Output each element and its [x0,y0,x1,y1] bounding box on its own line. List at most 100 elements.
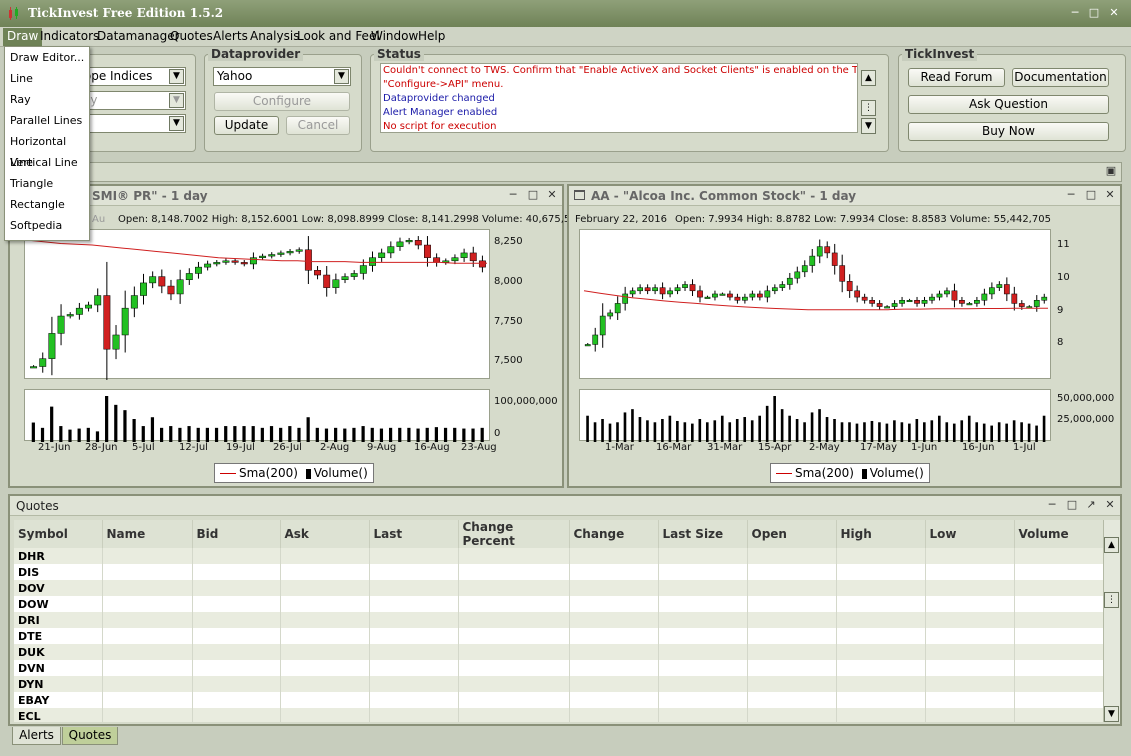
column-header[interactable]: Low [925,520,1015,548]
restore-icon[interactable]: ▣ [1104,165,1118,179]
maximize-icon[interactable]: □ [1065,499,1079,513]
table-cell [280,548,370,564]
table-cell [1014,692,1103,708]
configure-button[interactable]: Configure [214,92,350,111]
menu-item-parallel-lines[interactable]: Parallel Lines [5,110,89,131]
table-cell [658,564,748,580]
volume-tick-label: 100,000,000 [494,396,558,407]
table-cell [658,644,748,660]
minimize-icon[interactable]: ─ [1067,5,1083,21]
table-cell [925,676,1015,692]
table-row[interactable]: DIS [14,564,1103,580]
table-cell [369,628,459,644]
column-header[interactable]: Ask [280,520,370,548]
table-cell [102,548,193,564]
column-header[interactable]: Change Percent [458,520,570,548]
table-cell [925,644,1015,660]
table-cell [569,676,659,692]
menu-item-triangle[interactable]: Triangle [5,173,89,194]
table-cell [102,660,193,676]
table-row[interactable]: EBAY [14,692,1103,708]
scroll-down-icon[interactable]: ▼ [861,118,876,134]
menu-item-ray[interactable]: Ray [5,89,89,110]
table-cell [747,692,837,708]
table-cell [836,660,926,676]
scroll-grip-icon[interactable]: ⋮ [861,100,876,116]
table-row[interactable]: DRI [14,612,1103,628]
table-cell [458,580,570,596]
column-header[interactable]: Volume [1014,520,1103,548]
x-tick-label: 1-Mar [605,442,634,453]
legend-volume: Volume() [869,466,924,480]
symbol-cell: DHR [14,548,103,564]
table-row[interactable]: DYN [14,676,1103,692]
column-header[interactable]: Change [569,520,659,548]
menu-item-line[interactable]: Line [5,68,89,89]
table-cell [280,580,370,596]
table-cell [102,580,193,596]
menu-item-draw-editor[interactable]: Draw Editor... [5,47,89,68]
column-header[interactable]: Bid [192,520,281,548]
table-cell [1014,660,1103,676]
table-row[interactable]: DTE [14,628,1103,644]
symbol-cell: DUK [14,644,103,660]
tab-quotes[interactable]: Quotes [62,727,118,745]
ask-question-button[interactable]: Ask Question [908,95,1109,114]
tickinvest-title: TickInvest [902,47,978,61]
cancel-button[interactable]: Cancel [286,116,350,135]
x-tick-label: 9-Aug [367,442,397,453]
menu-item-rectangle[interactable]: Rectangle [5,194,89,215]
table-row[interactable]: DHR [14,548,1103,564]
table-row[interactable]: ECL [14,708,1103,722]
table-cell [569,580,659,596]
table-cell [369,596,459,612]
scroll-up-icon[interactable]: ▲ [1104,537,1119,553]
column-header[interactable]: Last Size [658,520,748,548]
column-header[interactable]: Open [747,520,837,548]
table-cell [836,708,926,722]
table-row[interactable]: DVN [14,660,1103,676]
x-tick-label: 1-Jul [1013,442,1036,453]
table-cell [925,660,1015,676]
table-cell [458,548,570,564]
table-cell [280,708,370,722]
minimize-icon[interactable]: ─ [1045,499,1059,513]
close-icon[interactable]: ✕ [1103,499,1117,513]
symbol-cell: DTE [14,628,103,644]
column-header[interactable]: Symbol [14,520,103,548]
table-row[interactable]: DOV [14,580,1103,596]
chart-legend: Sma(200) Volume() [214,463,374,483]
table-cell [658,708,748,722]
table-cell [192,660,281,676]
detach-icon[interactable]: ↗ [1084,499,1098,513]
scroll-grip-icon[interactable]: ⋮ [1104,592,1119,608]
menu-help[interactable]: Help [414,28,449,46]
scroll-down-icon[interactable]: ▼ [1104,706,1119,722]
table-cell [747,548,837,564]
status-line: Alert Manager enabled [383,107,498,118]
column-header[interactable]: Name [102,520,193,548]
table-row[interactable]: DOW [14,596,1103,612]
table-cell [836,564,926,580]
table-row[interactable]: DUK [14,644,1103,660]
table-cell [369,612,459,628]
table-cell [280,644,370,660]
update-button[interactable]: Update [214,116,279,135]
read-forum-button[interactable]: Read Forum [908,68,1005,87]
buy-now-button[interactable]: Buy Now [908,122,1109,141]
table-cell [369,708,459,722]
table-cell [747,596,837,612]
tab-alerts[interactable]: Alerts [12,727,61,745]
menu-item-vertical-line[interactable]: Vertical Line [5,152,89,173]
menu-item-softpedia[interactable]: Softpedia [5,215,89,236]
column-header[interactable]: High [836,520,926,548]
scroll-up-icon[interactable]: ▲ [861,70,876,86]
column-header[interactable]: Last [369,520,459,548]
quotes-title: Quotes [16,499,59,513]
table-cell [369,548,459,564]
dataprovider-combo[interactable]: Yahoo ▼ [213,67,351,86]
maximize-icon[interactable]: □ [1086,5,1102,21]
menu-item-horizontal-line[interactable]: Horizontal Line [5,131,89,169]
close-icon[interactable]: ✕ [1106,5,1122,21]
documentation-button[interactable]: Documentation [1012,68,1109,87]
